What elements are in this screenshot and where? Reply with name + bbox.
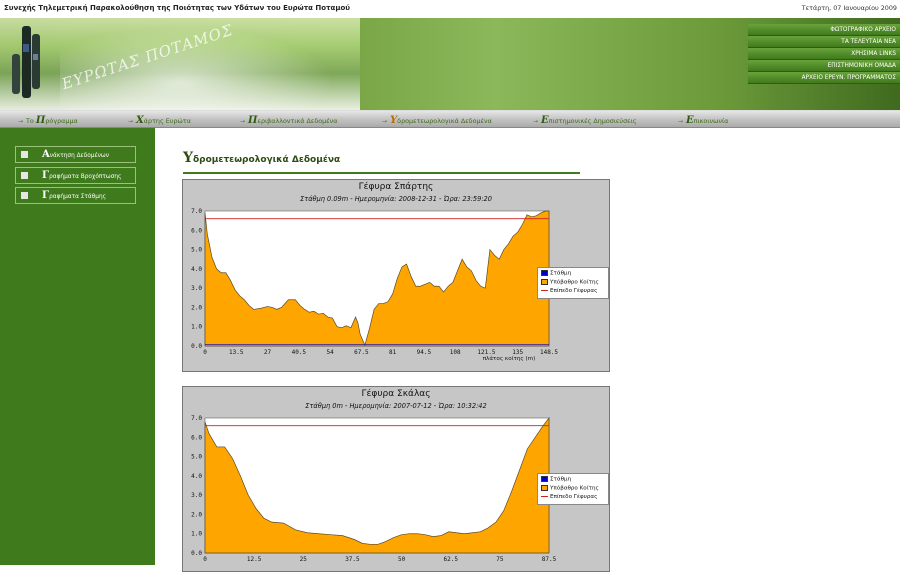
y-tick-label: 1.0 (191, 324, 202, 331)
x-tick-label: 81 (389, 349, 397, 356)
sidebar-item-rainfall-charts[interactable]: Γραφήματα Βροχόπτωσης (15, 167, 136, 184)
banner-link-scientific-team[interactable]: ΕΠΙΣΤΗΜΟΝΙΚΗ ΟΜΑΔΑ (748, 60, 900, 72)
y-tick-label: 2.0 (191, 304, 202, 311)
x-tick-label: 148.5 (540, 349, 558, 356)
chart-legend: Στάθμη Υπόβαθρο Κοίτης Επίπεδο Γέφυρας (537, 473, 609, 505)
legend-line (541, 290, 548, 291)
x-tick-label: 0 (203, 349, 207, 356)
legend-item-bridge: Επίπεδο Γέφυρας (541, 494, 597, 503)
x-tick-label: 135 (512, 349, 523, 356)
banner-link-useful-links[interactable]: ΧΡΗΣΙΜΑ LINKS (748, 48, 900, 60)
site-title: Συνεχής Τηλεμετρική Παρακολούθηση της Πο… (4, 4, 351, 12)
banner-link-photo-archive[interactable]: ΦΩΤΟΓΡΑΦΙΚΟ ΑΡΧΕΙΟ (748, 24, 900, 36)
x-tick-label: 121.5 (477, 349, 495, 356)
menu-item-contact[interactable]: → Επικοινωνία (678, 115, 728, 126)
legend-swatch (541, 279, 548, 285)
y-tick-label: 0.0 (191, 343, 202, 350)
x-tick-label: 67.5 (354, 349, 369, 356)
menu-item-program[interactable]: → Το Πρόγραμμα (18, 115, 78, 126)
x-tick-label: 87.5 (542, 556, 557, 563)
legend-swatch (541, 476, 548, 482)
legend-item-bed: Υπόβαθρο Κοίτης (541, 485, 599, 494)
y-tick-label: 3.0 (191, 492, 202, 499)
chart-skala-bridge: Γέφυρα Σκάλας Στάθμη 0m - Ημερομηνία: 20… (182, 386, 610, 572)
x-tick-label: 94.5 (417, 349, 432, 356)
y-tick-label: 7.0 (191, 208, 202, 215)
title-divider (183, 172, 580, 174)
x-tick-label: 62.5 (443, 556, 458, 563)
y-tick-label: 5.0 (191, 454, 202, 461)
menu-item-map[interactable]: → Χάρτης Ευρώτα (128, 115, 191, 126)
page-title: Υδρομετεωρολογικά Δεδομένα (183, 150, 341, 166)
current-date: Τετάρτη, 07 Ιανουαρίου 2009 (801, 4, 897, 12)
x-tick-label: 13.5 (229, 349, 244, 356)
x-tick-label: 50 (398, 556, 406, 563)
chart-sparti-bridge: Γέφυρα Σπάρτης Στάθμη 0.09m - Ημερομηνία… (182, 179, 610, 372)
probe-icon (12, 26, 40, 98)
y-tick-label: 3.0 (191, 285, 202, 292)
y-tick-label: 4.0 (191, 266, 202, 273)
sidebar: Ανάκτηση Δεδομένων Γραφήματα Βροχόπτωσης… (0, 128, 155, 565)
legend-item-bridge: Επίπεδο Γέφυρας (541, 288, 597, 297)
x-tick-label: 12.5 (247, 556, 262, 563)
arrow-icon: → (128, 118, 134, 125)
banner-links: ΦΩΤΟΓΡΑΦΙΚΟ ΑΡΧΕΙΟ ΤΑ ΤΕΛΕΥΤΑΙΑ ΝΕΑ ΧΡΗΣ… (748, 24, 900, 84)
x-tick-label: 40.5 (292, 349, 307, 356)
y-tick-label: 1.0 (191, 531, 202, 538)
legend-swatch (541, 270, 548, 276)
x-tick-label: 0 (203, 556, 207, 563)
y-tick-label: 4.0 (191, 473, 202, 480)
arrow-icon: → (678, 118, 684, 125)
legend-line (541, 496, 548, 497)
bullet-icon (21, 172, 28, 179)
menu-item-publications[interactable]: → Επιστημονικές Δημοσιεύσεις (533, 115, 637, 126)
legend-item-bed: Υπόβαθρο Κοίτης (541, 279, 599, 288)
top-bar: Συνεχής Τηλεμετρική Παρακολούθηση της Πο… (0, 0, 900, 18)
menu-item-hydrometeorological-data[interactable]: → Υδρομετεωρολογικά Δεδομένα (382, 115, 492, 126)
x-tick-label: 25 (300, 556, 308, 563)
main-menu: → Το Πρόγραμμα → Χάρτης Ευρώτα → Περιβαλλον… (0, 110, 900, 128)
y-tick-label: 5.0 (191, 247, 202, 254)
arrow-icon: → (240, 118, 246, 125)
arrow-icon: → (18, 118, 24, 125)
arrow-icon: → (533, 118, 539, 125)
bullet-icon (21, 151, 28, 158)
x-tick-label: 75 (496, 556, 504, 563)
x-tick-label: 27 (264, 349, 272, 356)
banner-link-latest-news[interactable]: ΤΑ ΤΕΛΕΥΤΑΙΑ ΝΕΑ (748, 36, 900, 48)
y-tick-label: 0.0 (191, 550, 202, 557)
sidebar-item-data-retrieval[interactable]: Ανάκτηση Δεδομένων (15, 146, 136, 163)
legend-item-stage: Στάθμη (541, 270, 571, 279)
x-tick-label: 37.5 (345, 556, 360, 563)
bullet-icon (21, 192, 28, 199)
y-tick-label: 6.0 (191, 227, 202, 234)
legend-item-stage: Στάθμη (541, 476, 571, 485)
x-axis-label: πλάτος κοίτης (m) (483, 355, 536, 362)
x-tick-label: 108 (450, 349, 461, 356)
y-tick-label: 2.0 (191, 511, 202, 518)
x-tick-label: 54 (326, 349, 334, 356)
legend-swatch (541, 485, 548, 491)
menu-item-environmental-data[interactable]: → Περιβαλλοντικά Δεδομένα (240, 115, 337, 126)
chart-legend: Στάθμη Υπόβαθρο Κοίτης Επίπεδο Γέφυρας (537, 267, 609, 299)
sidebar-item-stage-charts[interactable]: Γραφήματα Στάθμης (15, 187, 136, 204)
arrow-icon: → (382, 118, 388, 125)
y-tick-label: 7.0 (191, 415, 202, 422)
header-banner: ΕΥΡΩΤΑΣ ΠΟΤΑΜΟΣ ΦΩΤΟΓΡΑΦΙΚΟ ΑΡΧΕΙΟ ΤΑ ΤΕ… (0, 18, 900, 110)
banner-link-research-archive[interactable]: ΑΡΧΕΙΟ ΕΡΕΥΝ. ΠΡΟΓΡΑΜΜΑΤΟΣ (748, 72, 900, 84)
y-tick-label: 6.0 (191, 434, 202, 441)
